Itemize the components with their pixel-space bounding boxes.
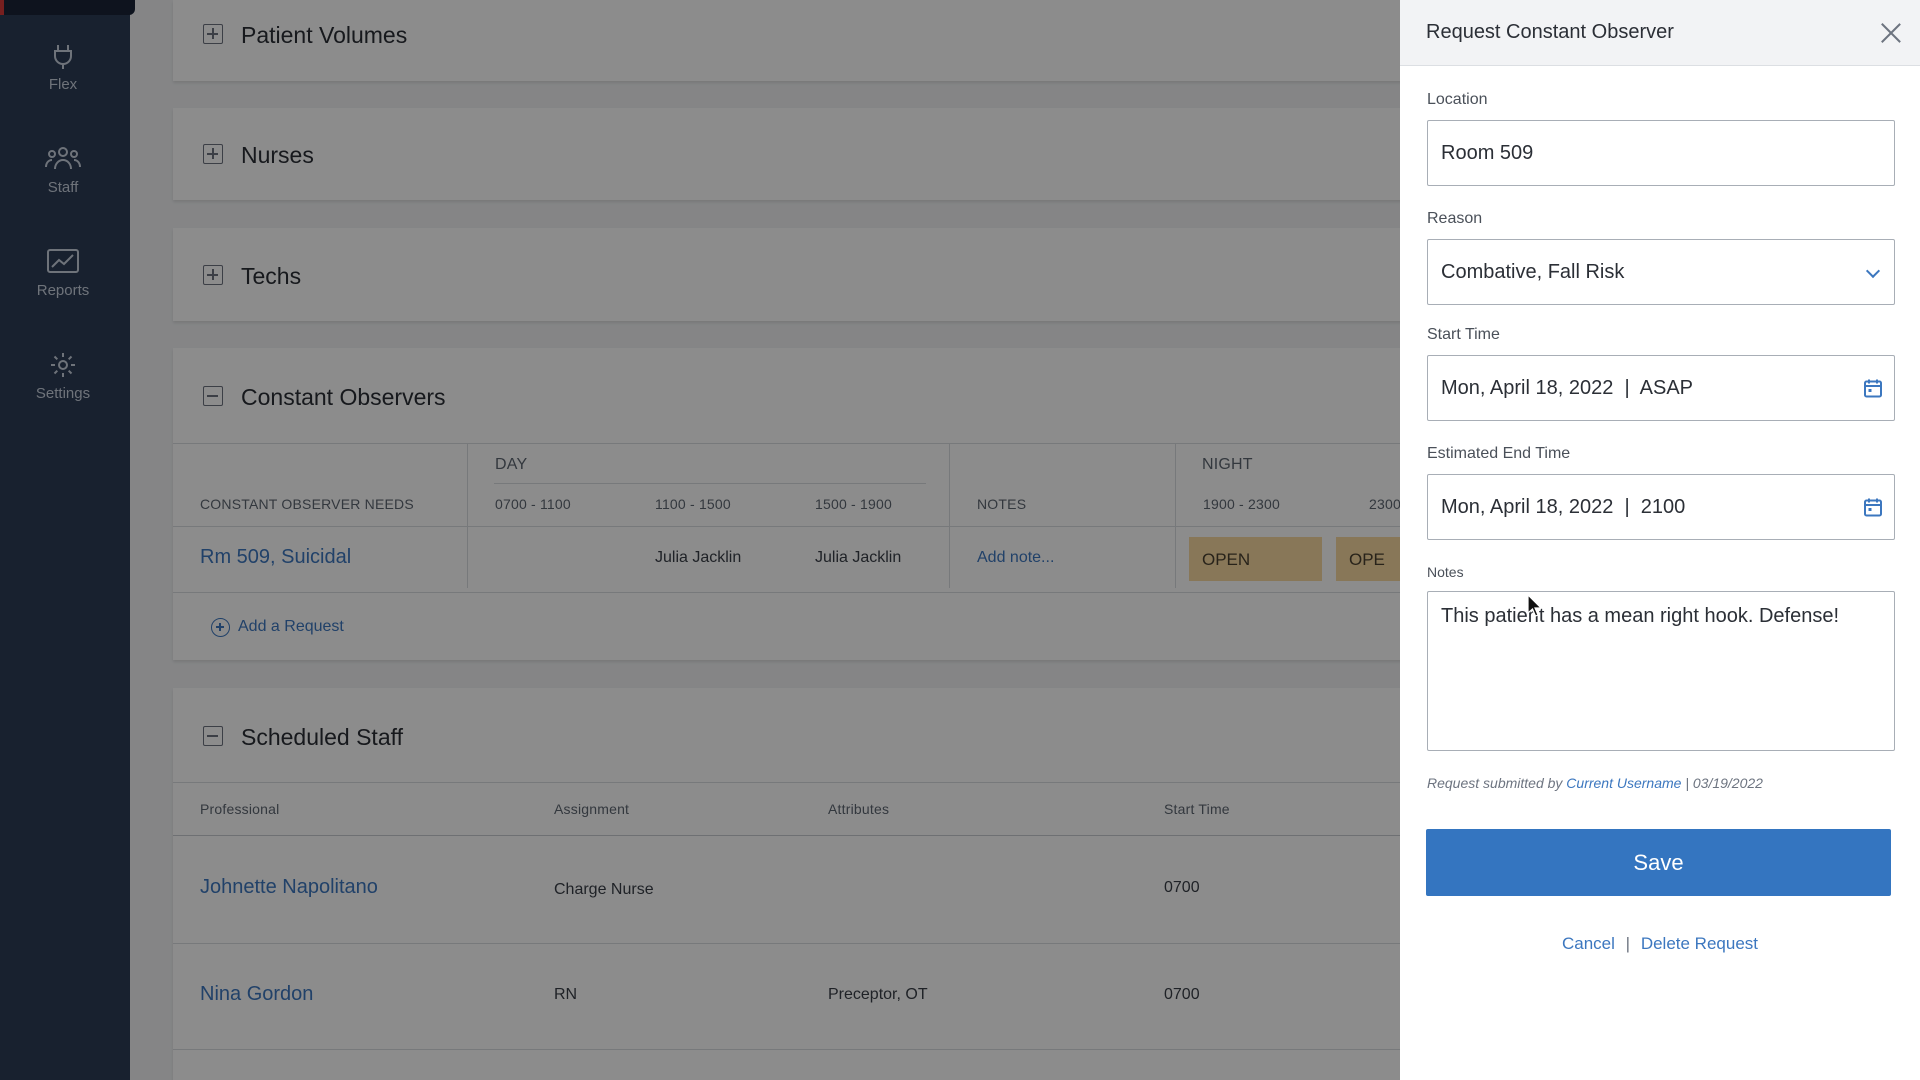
end-time-value: Mon, April 18, 2022 | 2100 xyxy=(1441,496,1686,518)
submitted-user-link[interactable]: Current Username xyxy=(1566,775,1681,791)
calendar-icon[interactable] xyxy=(1863,497,1883,517)
notes-label: Notes xyxy=(1427,564,1464,580)
reason-value: Combative, Fall Risk xyxy=(1441,261,1625,283)
calendar-icon[interactable] xyxy=(1863,378,1883,398)
location-value: Room 509 xyxy=(1441,142,1534,164)
delete-request-link[interactable]: Delete Request xyxy=(1641,934,1758,953)
chevron-down-icon xyxy=(1865,263,1881,279)
panel-title: Request Constant Observer xyxy=(1426,21,1674,43)
start-time-label: Start Time xyxy=(1427,326,1500,343)
notes-textarea[interactable] xyxy=(1427,591,1895,751)
link-separator: | xyxy=(1625,934,1631,953)
cancel-link[interactable]: Cancel xyxy=(1562,934,1615,953)
end-time-field[interactable]: Mon, April 18, 2022 | 2100 xyxy=(1427,474,1895,540)
panel-footer-links: Cancel | Delete Request xyxy=(1400,934,1920,954)
mouse-cursor-icon xyxy=(1527,594,1543,617)
start-time-value: Mon, April 18, 2022 | ASAP xyxy=(1441,377,1694,399)
location-field[interactable]: Room 509 xyxy=(1427,120,1895,186)
end-time-label: Estimated End Time xyxy=(1427,445,1571,462)
submitted-by-text: Request submitted by Current Username | … xyxy=(1427,775,1763,791)
panel-header: Request Constant Observer xyxy=(1400,0,1920,66)
start-time-field[interactable]: Mon, April 18, 2022 | ASAP xyxy=(1427,355,1895,421)
close-icon[interactable] xyxy=(1880,22,1902,44)
location-label: Location xyxy=(1427,91,1488,108)
modal-backdrop[interactable] xyxy=(0,0,1400,1080)
request-observer-panel: Request Constant Observer Location Room … xyxy=(1400,0,1920,1080)
submitted-prefix: Request submitted by xyxy=(1427,775,1563,791)
reason-label: Reason xyxy=(1427,210,1483,227)
submitted-date: | 03/19/2022 xyxy=(1685,775,1763,791)
reason-select[interactable]: Combative, Fall Risk xyxy=(1427,239,1895,305)
save-button[interactable]: Save xyxy=(1426,829,1891,896)
